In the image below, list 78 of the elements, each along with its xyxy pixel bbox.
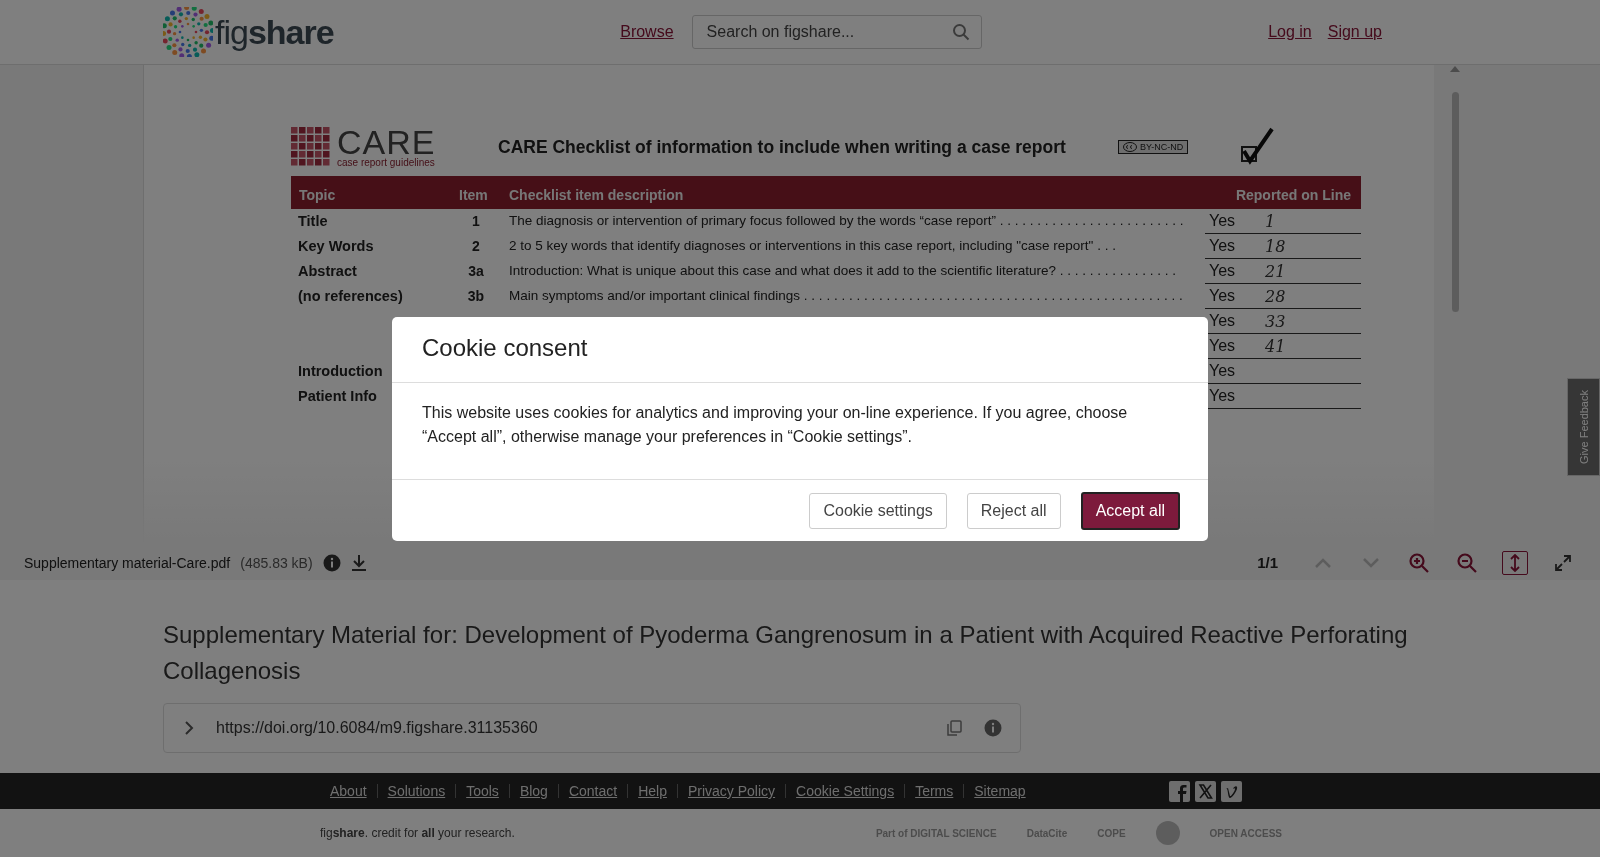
topic-label: Key Words <box>298 238 374 254</box>
info-icon[interactable] <box>322 553 341 572</box>
topic-label: Patient Info <box>298 388 377 404</box>
dialog-button[interactable]: Cookie settings <box>809 492 947 529</box>
description-header: Checklist item description <box>501 176 1191 209</box>
topic-header: Topic <box>291 176 451 209</box>
browse-link[interactable]: Browse <box>620 23 674 41</box>
answer-text: Yes <box>1208 287 1236 305</box>
footer-link[interactable]: Terms <box>904 784 964 798</box>
line-number: 33 <box>1265 311 1286 331</box>
page-counter: 1/1 <box>1257 554 1278 571</box>
answer-text: Yes <box>1208 362 1236 380</box>
topic-label: (no references) <box>298 288 403 304</box>
brand-tagline: case report guidelines <box>337 156 436 168</box>
footer-link[interactable]: Contact <box>557 784 628 798</box>
document-title: CARE Checklist of information to include when writing a case report <box>498 136 1067 158</box>
line-number: 18 <box>1265 236 1286 256</box>
line-number: 1 <box>1265 211 1276 231</box>
footer-link[interactable]: Tools <box>455 784 509 798</box>
search-icon[interactable] <box>951 23 970 41</box>
signup-link[interactable]: Sign up <box>1327 23 1382 41</box>
item-description: 2 to 5 key words that identify diagnoses or interventions in this case report, including "case report" . . . <box>509 238 1116 253</box>
footer-tagline: figshare. credit for all your research. <box>320 826 515 840</box>
copy-icon[interactable] <box>946 720 962 736</box>
footer-link[interactable]: About <box>320 784 377 798</box>
footer-link[interactable]: Blog <box>508 784 558 798</box>
feedback-tab[interactable]: Give Feedback <box>1567 378 1600 476</box>
line-number: 21 <box>1265 261 1286 281</box>
doi-link[interactable]: https://doi.org/10.6084/m9.figshare.31135360 <box>216 719 924 737</box>
topic-label: Abstract <box>298 263 357 279</box>
footer-link[interactable]: Cookie Settings <box>785 784 905 798</box>
license-badge: BY-NC-ND <box>1118 140 1189 154</box>
line-number: 28 <box>1265 286 1286 306</box>
facebook-icon[interactable] <box>1169 780 1190 802</box>
answer-text: Yes <box>1208 312 1236 330</box>
logo-icon[interactable] <box>163 7 213 57</box>
dialog-text: This website uses cookies for analytics and improving your on-line experience. If you agree, choose “Accept all”, otherwise manage your preferences in “Cookie settings”. <box>392 383 1208 480</box>
line-number: 41 <box>1265 336 1286 356</box>
item-number: 1 <box>472 213 480 229</box>
document-brand: CARE <box>337 126 436 157</box>
record-title: Supplementary Material for: Development of Pyoderma Gangrenosum in a Patient with Acquired Reactive Perforating Collagenosis <box>163 620 1409 686</box>
footer-link[interactable]: Sitemap <box>963 784 1036 798</box>
topic-label: Title <box>298 213 328 229</box>
info-icon[interactable] <box>984 719 1002 737</box>
x-icon[interactable] <box>1195 780 1216 802</box>
item-header: Item <box>451 176 501 209</box>
dialog-title: Cookie consent <box>392 317 1208 383</box>
download-icon[interactable] <box>350 553 367 572</box>
search-field[interactable]: Search on figshare... <box>691 15 982 49</box>
footer-link[interactable]: Solutions <box>376 784 456 798</box>
expand-arrows-icon[interactable] <box>1555 554 1571 571</box>
answer-text: Yes <box>1208 237 1236 255</box>
item-number: 3a <box>468 263 484 279</box>
item-description: Introduction: What is unique about this case and what does it add to the scientific literature? . . . . . . . . . . . . . . . . <box>509 263 1177 278</box>
answer-text: Yes <box>1208 387 1236 405</box>
answer-text: Yes <box>1208 212 1236 230</box>
vimeo-icon[interactable] <box>1221 780 1242 802</box>
logo-wordmark[interactable]: figshare <box>215 12 334 52</box>
fit-height-button[interactable] <box>1502 550 1528 575</box>
login-link[interactable]: Log in <box>1268 23 1312 41</box>
reported-header: Reported on Line <box>1191 176 1361 209</box>
file-size: (485.83 kB) <box>240 554 313 571</box>
dialog-button[interactable]: Reject all <box>966 492 1061 529</box>
answer-text: Yes <box>1208 262 1236 280</box>
footer-link[interactable]: Privacy Policy <box>676 784 786 798</box>
topic-label: Introduction <box>298 363 383 379</box>
expand-chevron-icon[interactable] <box>184 720 194 736</box>
item-description: Main symptoms and/or important clinical findings . . . . . . . . . . . . . . . . . . . . . . . . . . . . . . . . . . . . . . . . . . . . . . . . . . . <box>509 288 1183 303</box>
file-name: Supplementary material-Care.pdf <box>24 554 231 571</box>
grid-logo-icon <box>291 127 331 167</box>
scrollbar-thumb[interactable] <box>1451 92 1459 312</box>
answer-text: Yes <box>1208 337 1236 355</box>
item-number: 3b <box>467 288 485 304</box>
footer-link[interactable]: Help <box>627 784 677 798</box>
item-description: The diagnosis or intervention of primary focus followed by the words “case report” . . . . . . . . . . . . . . . . . . . . . . . . . <box>509 213 1184 228</box>
accept-button[interactable]: Accept all <box>1080 491 1180 530</box>
item-number: 2 <box>472 238 480 254</box>
vertical-arrows-icon[interactable] <box>1508 553 1522 572</box>
